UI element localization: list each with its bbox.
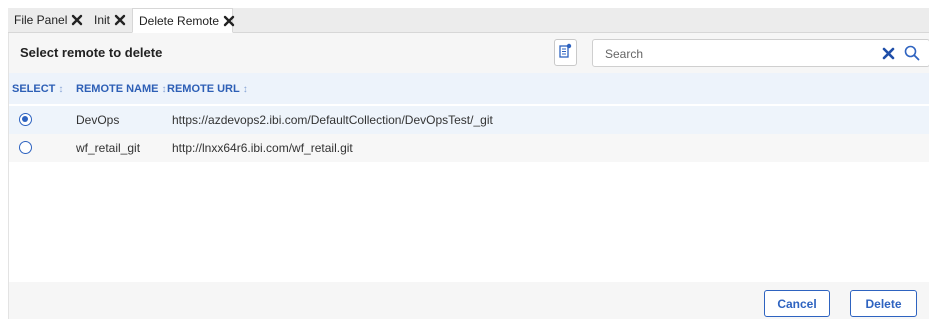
remote-name: wf_retail_git (76, 141, 141, 155)
column-label: REMOTE URL (167, 83, 240, 95)
column-header-select[interactable]: SELECT ↕ (12, 83, 63, 95)
tab-label: File Panel (14, 13, 68, 27)
remote-url: http://lnxx64r6.ibi.com/wf_retail.git (172, 141, 353, 155)
delete-remote-panel: Select remote to delete SELECT ↕ (8, 33, 929, 319)
sort-icon[interactable]: ↕ (243, 84, 248, 95)
cancel-button[interactable]: Cancel (764, 290, 830, 317)
search-input[interactable] (603, 45, 877, 63)
sort-icon[interactable]: ↕ (162, 84, 167, 95)
column-label: REMOTE NAME (76, 83, 159, 95)
table-row[interactable]: wf_retail_git http://lnxx64r6.ibi.com/wf… (9, 134, 929, 162)
close-icon[interactable] (223, 15, 235, 27)
tab-label: Delete Remote (139, 13, 220, 28)
radio-unchecked-icon[interactable] (19, 141, 32, 154)
search-icon[interactable] (904, 45, 920, 61)
column-header-remote-url[interactable]: REMOTE URL ↕ (167, 83, 248, 95)
tab-init[interactable]: Init (88, 8, 134, 32)
tab-delete-remote[interactable]: Delete Remote (132, 8, 235, 33)
search-box (592, 39, 929, 67)
close-icon[interactable] (71, 14, 83, 26)
filter-settings-button[interactable] (554, 39, 577, 66)
tab-strip: File Panel Init Delete Remote (8, 8, 929, 33)
close-icon[interactable] (114, 14, 126, 26)
column-header-remote-name[interactable]: REMOTE NAME ↕ (76, 83, 167, 95)
tab-label: Init (94, 13, 111, 27)
column-label: SELECT (12, 83, 56, 95)
clear-search-icon[interactable] (882, 47, 895, 60)
panel-footer: Cancel Delete (9, 282, 929, 319)
panel-header: Select remote to delete (9, 33, 929, 73)
table-header: SELECT ↕ REMOTE NAME ↕ REMOTE URL ↕ (9, 73, 929, 104)
delete-button[interactable]: Delete (850, 290, 917, 317)
radio-checked-icon[interactable] (19, 113, 32, 126)
page-title: Select remote to delete (20, 45, 163, 60)
tab-file-panel[interactable]: File Panel (8, 8, 88, 32)
remote-url: https://azdevops2.ibi.com/DefaultCollect… (172, 113, 493, 127)
sort-icon[interactable]: ↕ (58, 84, 63, 95)
table-row[interactable]: DevOps https://azdevops2.ibi.com/Default… (9, 106, 929, 134)
filter-settings-icon (559, 43, 572, 63)
remote-name: DevOps (76, 113, 120, 127)
